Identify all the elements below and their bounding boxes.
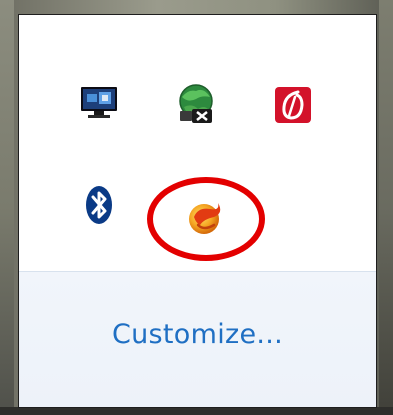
customize-link[interactable]: Customize... [19,319,376,350]
glass-left-edge [0,0,14,415]
notification-overflow-popup: Customize... [18,14,377,408]
bluetooth-icon[interactable] [77,183,121,227]
desktop-glass-frame: Customize... [0,0,393,415]
network-globe-icon[interactable] [174,81,218,125]
tray-icon-area [19,15,376,271]
glass-bottom-edge [0,407,393,415]
glass-right-edge [379,0,393,415]
red-app-icon[interactable] [271,83,315,127]
orange-swirl-app-icon[interactable] [184,195,228,239]
display-network-icon[interactable] [77,81,121,125]
popup-footer: Customize... [19,272,376,407]
